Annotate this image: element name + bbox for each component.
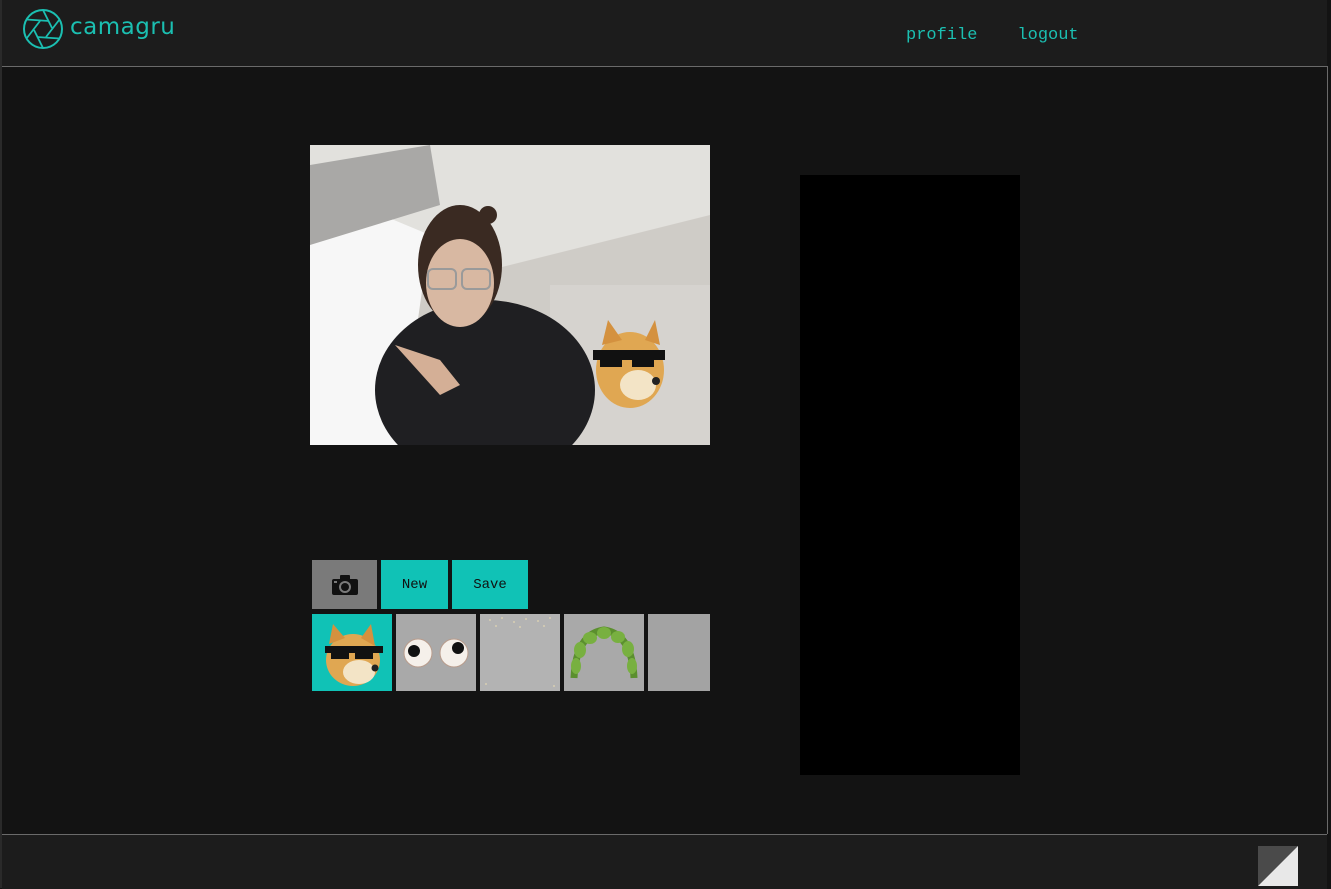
corner-fold-icon[interactable] (1258, 846, 1298, 886)
footer (2, 834, 1327, 889)
googly-eyes-icon (403, 638, 469, 667)
doge-icon (325, 623, 383, 686)
editor-controls: New Save (312, 560, 528, 609)
sticker-leaf-crown[interactable] (564, 614, 644, 691)
capture-button[interactable] (312, 560, 377, 609)
leaf-crown-icon (570, 625, 638, 678)
logo[interactable]: camagru (22, 8, 175, 50)
brand-name: camagru (70, 14, 176, 40)
new-button[interactable]: New (381, 560, 448, 609)
camera-icon (331, 574, 358, 595)
sticker-doge-sunglasses[interactable] (312, 614, 392, 691)
captured-gallery (800, 175, 1020, 775)
glitter-icon (485, 617, 555, 687)
sticker-glitter[interactable] (480, 614, 560, 691)
editor-area: New Save (2, 67, 1327, 834)
aperture-icon (23, 9, 63, 49)
sticker-picker (312, 614, 710, 691)
top-bar: camagru profile logout (2, 0, 1327, 67)
webcam-photo (310, 145, 710, 445)
nav-profile-link[interactable]: profile (906, 26, 977, 45)
webcam-preview[interactable] (310, 145, 710, 445)
sticker-grey-texture[interactable] (648, 614, 710, 691)
save-button[interactable]: Save (452, 560, 528, 609)
sticker-googly-eyes[interactable] (396, 614, 476, 691)
right-divider (1327, 66, 1328, 834)
nav-logout-link[interactable]: logout (1017, 26, 1078, 45)
main-nav: profile logout (906, 26, 1079, 45)
